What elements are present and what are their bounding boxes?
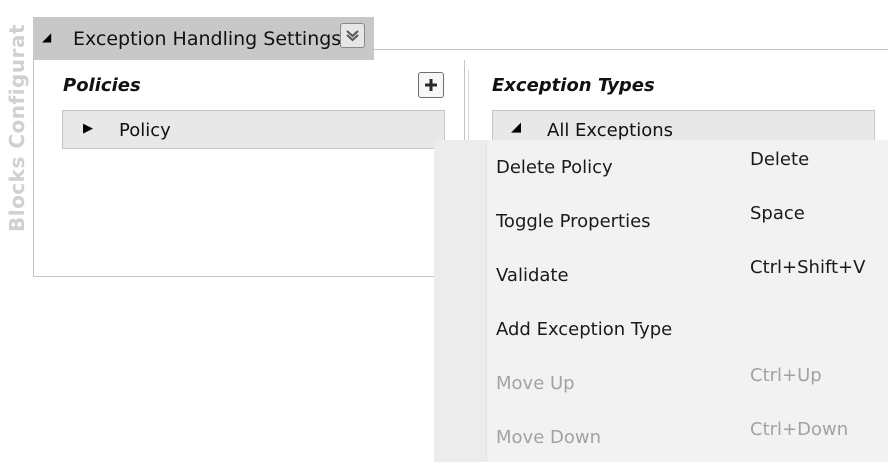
section-header[interactable]: ◢ Exception Handling Settings — [33, 17, 374, 60]
policy-label: Policy — [119, 120, 171, 141]
add-policy-button[interactable] — [418, 72, 444, 98]
triangle-down-icon[interactable]: ◢ — [511, 120, 521, 135]
menu-item-label: Add Exception Type — [496, 319, 673, 340]
menu-item-label: Delete Policy — [496, 157, 613, 178]
menu-item-label: Toggle Properties — [496, 211, 651, 232]
menu-item-shortcut: Ctrl+Shift+V — [750, 257, 866, 278]
menu-item-add-exception-type[interactable]: Add Exception Type — [434, 302, 888, 356]
menu-item-shortcut: Delete — [750, 149, 810, 170]
menu-item-move-down: Move Down Ctrl+Down — [434, 410, 888, 464]
side-panel-label: Blocks Configurat — [5, 23, 29, 233]
menu-item-label: Move Up — [496, 373, 575, 394]
menu-item-shortcut: Ctrl+Up — [750, 365, 822, 386]
exception-type-label: All Exceptions — [547, 120, 673, 141]
menu-item-validate[interactable]: Validate Ctrl+Shift+V — [434, 248, 888, 302]
collapse-button[interactable] — [340, 23, 365, 48]
double-chevron-down-icon — [346, 30, 359, 42]
menu-item-toggle-properties[interactable]: Toggle Properties Space — [434, 194, 888, 248]
menu-item-shortcut: Ctrl+Down — [750, 419, 849, 440]
section-title: Exception Handling Settings — [73, 28, 342, 50]
menu-item-move-up: Move Up Ctrl+Up — [434, 356, 888, 410]
policies-title: Policies — [63, 75, 141, 96]
header-rule — [374, 49, 888, 50]
plus-icon — [425, 79, 437, 91]
menu-item-shortcut: Space — [750, 203, 805, 224]
menu-item-delete-policy[interactable]: Delete Policy Delete — [434, 140, 888, 194]
context-menu: Delete Policy Delete Toggle Properties S… — [434, 140, 888, 462]
menu-item-label: Validate — [496, 265, 569, 286]
exception-types-title: Exception Types — [492, 75, 655, 96]
side-panel-label-container: Blocks Configurat — [2, 0, 32, 250]
triangle-down-icon[interactable]: ◢ — [42, 30, 51, 44]
triangle-right-icon[interactable]: ▶ — [83, 121, 93, 136]
policy-tree-item[interactable]: ▶ Policy — [62, 110, 445, 149]
menu-item-label: Move Down — [496, 427, 601, 448]
